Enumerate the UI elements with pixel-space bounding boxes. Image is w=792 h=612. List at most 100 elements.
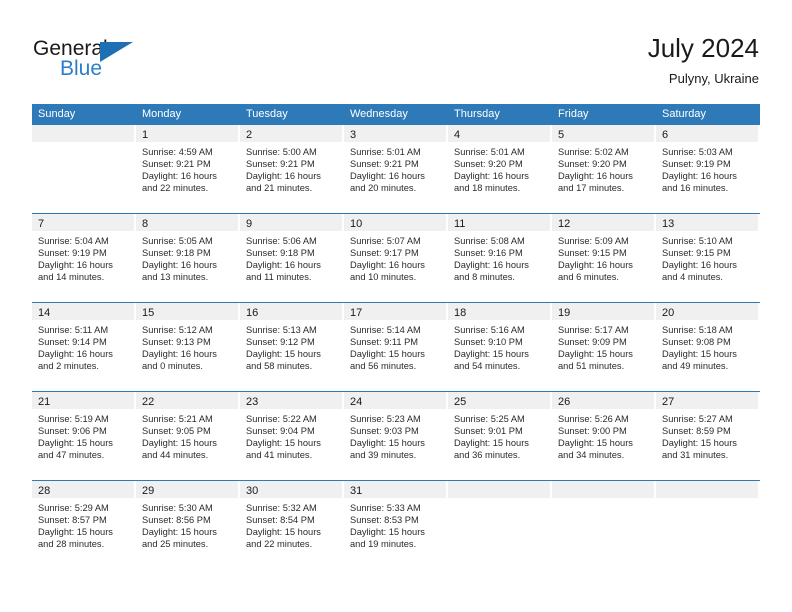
calendar-day-cell[interactable]: 6 Sunrise: 5:03 AM Sunset: 9:19 PM Daylight… bbox=[656, 125, 760, 213]
day-details: Sunrise: 5:22 AM Sunset: 9:04 PM Daylight:… bbox=[240, 409, 342, 461]
calendar-day-cell[interactable]: 18 Sunrise: 5:16 AM Sunset: 9:10 PM Dayligh… bbox=[448, 303, 552, 391]
weekday-header-wednesday: Wednesday bbox=[350, 108, 408, 120]
calendar-day-cell[interactable]: 16 Sunrise: 5:13 AM Sunset: 9:12 PM Dayligh… bbox=[240, 303, 344, 391]
calendar-day-cell[interactable]: 19 Sunrise: 5:17 AM Sunset: 9:09 PM Dayligh… bbox=[552, 303, 656, 391]
day-details bbox=[32, 142, 134, 146]
weekday-header-tuesday: Tuesday bbox=[246, 108, 288, 120]
calendar-day-cell[interactable]: 22 Sunrise: 5:21 AM Sunset: 9:05 PM Dayligh… bbox=[136, 392, 240, 480]
day-details: Sunrise: 5:07 AM Sunset: 9:17 PM Daylight:… bbox=[344, 231, 446, 283]
day-detail-line: and 31 minutes. bbox=[662, 450, 729, 461]
day-details: Sunrise: 5:05 AM Sunset: 9:18 PM Daylight:… bbox=[136, 231, 238, 283]
day-detail-line: and 21 minutes. bbox=[246, 183, 313, 194]
calendar-day-cell[interactable]: 14 Sunrise: 5:11 AM Sunset: 9:14 PM Dayligh… bbox=[32, 303, 136, 391]
day-detail-line: and 28 minutes. bbox=[38, 539, 105, 550]
day-detail-line: Sunrise: 5:00 AM bbox=[246, 147, 317, 157]
day-detail-line: Sunrise: 5:03 AM bbox=[662, 147, 733, 157]
day-detail-line: Sunrise: 5:01 AM bbox=[350, 147, 421, 157]
calendar-day-cell[interactable]: 3 Sunrise: 5:01 AM Sunset: 9:21 PM Daylight… bbox=[344, 125, 448, 213]
day-detail-line: Sunset: 9:03 PM bbox=[350, 426, 419, 437]
page-title: July 2024 bbox=[647, 33, 759, 63]
calendar-day-cell[interactable]: 10 Sunrise: 5:07 AM Sunset: 9:17 PM Dayligh… bbox=[344, 214, 448, 302]
day-number-band: 8 bbox=[136, 214, 238, 231]
day-detail-line: Sunset: 8:57 PM bbox=[38, 515, 107, 526]
day-detail-line: and 0 minutes. bbox=[142, 361, 203, 372]
day-detail-line: Sunset: 9:18 PM bbox=[246, 248, 315, 259]
day-number: 8 bbox=[142, 218, 149, 230]
day-detail-line: Sunrise: 5:04 AM bbox=[38, 236, 109, 246]
day-number-band: 29 bbox=[136, 481, 238, 498]
day-details: Sunrise: 5:09 AM Sunset: 9:15 PM Daylight:… bbox=[552, 231, 654, 283]
calendar-day-cell[interactable]: 5 Sunrise: 5:02 AM Sunset: 9:20 PM Daylight… bbox=[552, 125, 656, 213]
weekday-header-sunday: Sunday bbox=[38, 108, 76, 120]
calendar-day-cell[interactable]: 21 Sunrise: 5:19 AM Sunset: 9:06 PM Dayligh… bbox=[32, 392, 136, 480]
page-header: General Blue July 2024 Pulyny, Ukraine bbox=[0, 0, 792, 100]
day-detail-line: Daylight: 15 hours bbox=[246, 527, 321, 538]
calendar-page: General Blue July 2024 Pulyny, Ukraine S… bbox=[0, 0, 792, 612]
day-detail-line: and 6 minutes. bbox=[558, 272, 619, 283]
day-details bbox=[656, 498, 758, 502]
calendar-day-cell[interactable]: 9 Sunrise: 5:06 AM Sunset: 9:18 PM Daylight… bbox=[240, 214, 344, 302]
day-number-band: 2 bbox=[240, 125, 342, 142]
calendar-week-row: 14 Sunrise: 5:11 AM Sunset: 9:14 PM Dayligh… bbox=[32, 302, 760, 391]
day-number: 10 bbox=[350, 218, 363, 230]
day-number-band: 24 bbox=[344, 392, 446, 409]
day-detail-line: Sunset: 9:04 PM bbox=[246, 426, 315, 437]
day-detail-line: Sunrise: 5:22 AM bbox=[246, 414, 317, 424]
calendar-day-cell[interactable]: 29 Sunrise: 5:30 AM Sunset: 8:56 PM Dayligh… bbox=[136, 481, 240, 569]
calendar-day-cell[interactable]: 11 Sunrise: 5:08 AM Sunset: 9:16 PM Dayligh… bbox=[448, 214, 552, 302]
calendar-day-cell[interactable]: 20 Sunrise: 5:18 AM Sunset: 9:08 PM Dayligh… bbox=[656, 303, 760, 391]
calendar-day-cell[interactable]: 25 Sunrise: 5:25 AM Sunset: 9:01 PM Dayligh… bbox=[448, 392, 552, 480]
calendar-day-cell[interactable]: 26 Sunrise: 5:26 AM Sunset: 9:00 PM Dayligh… bbox=[552, 392, 656, 480]
day-detail-line: and 10 minutes. bbox=[350, 272, 417, 283]
calendar-day-cell[interactable]: 7 Sunrise: 5:04 AM Sunset: 9:19 PM Daylight… bbox=[32, 214, 136, 302]
day-detail-line: Daylight: 15 hours bbox=[246, 438, 321, 449]
day-details: Sunrise: 5:19 AM Sunset: 9:06 PM Daylight:… bbox=[32, 409, 134, 461]
day-detail-line: and 49 minutes. bbox=[662, 361, 729, 372]
day-number-band: 16 bbox=[240, 303, 342, 320]
day-details: Sunrise: 5:29 AM Sunset: 8:57 PM Daylight:… bbox=[32, 498, 134, 550]
day-details: Sunrise: 5:13 AM Sunset: 9:12 PM Daylight:… bbox=[240, 320, 342, 372]
calendar-day-cell[interactable]: 1 Sunrise: 4:59 AM Sunset: 9:21 PM Daylight… bbox=[136, 125, 240, 213]
day-number: 2 bbox=[246, 129, 253, 141]
calendar-day-cell[interactable]: 4 Sunrise: 5:01 AM Sunset: 9:20 PM Daylight… bbox=[448, 125, 552, 213]
calendar-day-cell[interactable]: 15 Sunrise: 5:12 AM Sunset: 9:13 PM Dayligh… bbox=[136, 303, 240, 391]
calendar-day-cell[interactable]: 13 Sunrise: 5:10 AM Sunset: 9:15 PM Dayligh… bbox=[656, 214, 760, 302]
day-detail-line: Daylight: 15 hours bbox=[558, 349, 633, 360]
day-detail-line: Sunrise: 5:26 AM bbox=[558, 414, 629, 424]
day-detail-line: Sunset: 9:21 PM bbox=[142, 159, 211, 170]
calendar-day-cell[interactable]: 8 Sunrise: 5:05 AM Sunset: 9:18 PM Daylight… bbox=[136, 214, 240, 302]
calendar-body: 1 Sunrise: 4:59 AM Sunset: 9:21 PM Daylight… bbox=[32, 125, 760, 569]
day-number-band: 1 bbox=[136, 125, 238, 142]
day-detail-line: and 17 minutes. bbox=[558, 183, 625, 194]
day-detail-line: Sunrise: 5:30 AM bbox=[142, 503, 213, 513]
day-details: Sunrise: 5:30 AM Sunset: 8:56 PM Daylight:… bbox=[136, 498, 238, 550]
calendar-day-cell[interactable]: 31 Sunrise: 5:33 AM Sunset: 8:53 PM Dayligh… bbox=[344, 481, 448, 569]
day-number-band: 25 bbox=[448, 392, 550, 409]
day-number: 29 bbox=[142, 485, 155, 497]
day-details: Sunrise: 5:14 AM Sunset: 9:11 PM Daylight:… bbox=[344, 320, 446, 372]
day-details: Sunrise: 5:03 AM Sunset: 9:19 PM Daylight:… bbox=[656, 142, 758, 194]
day-number-band bbox=[656, 481, 758, 498]
calendar-day-cell[interactable]: 28 Sunrise: 5:29 AM Sunset: 8:57 PM Dayligh… bbox=[32, 481, 136, 569]
day-number: 16 bbox=[246, 307, 259, 319]
day-detail-line: Sunrise: 5:05 AM bbox=[142, 236, 213, 246]
calendar-day-cell[interactable]: 24 Sunrise: 5:23 AM Sunset: 9:03 PM Dayligh… bbox=[344, 392, 448, 480]
day-detail-line: Sunrise: 5:33 AM bbox=[350, 503, 421, 513]
day-detail-line: Sunset: 8:56 PM bbox=[142, 515, 211, 526]
day-detail-line: Sunset: 9:19 PM bbox=[38, 248, 107, 259]
calendar-day-cell[interactable]: 12 Sunrise: 5:09 AM Sunset: 9:15 PM Dayligh… bbox=[552, 214, 656, 302]
day-detail-line: Sunrise: 5:16 AM bbox=[454, 325, 525, 335]
calendar-day-cell[interactable]: 30 Sunrise: 5:32 AM Sunset: 8:54 PM Dayligh… bbox=[240, 481, 344, 569]
day-detail-line: Daylight: 16 hours bbox=[246, 260, 321, 271]
calendar-day-cell[interactable]: 27 Sunrise: 5:27 AM Sunset: 8:59 PM Dayligh… bbox=[656, 392, 760, 480]
calendar-day-cell[interactable]: 17 Sunrise: 5:14 AM Sunset: 9:11 PM Dayligh… bbox=[344, 303, 448, 391]
day-detail-line: Sunset: 9:19 PM bbox=[662, 159, 731, 170]
day-detail-line: Sunrise: 5:17 AM bbox=[558, 325, 629, 335]
day-number: 7 bbox=[38, 218, 45, 230]
day-detail-line: and 11 minutes. bbox=[246, 272, 312, 283]
day-detail-line: Sunrise: 5:13 AM bbox=[246, 325, 317, 335]
calendar-day-cell[interactable]: 23 Sunrise: 5:22 AM Sunset: 9:04 PM Dayligh… bbox=[240, 392, 344, 480]
day-number: 13 bbox=[662, 218, 675, 230]
calendar-day-cell[interactable]: 2 Sunrise: 5:00 AM Sunset: 9:21 PM Daylight… bbox=[240, 125, 344, 213]
day-number: 25 bbox=[454, 396, 467, 408]
